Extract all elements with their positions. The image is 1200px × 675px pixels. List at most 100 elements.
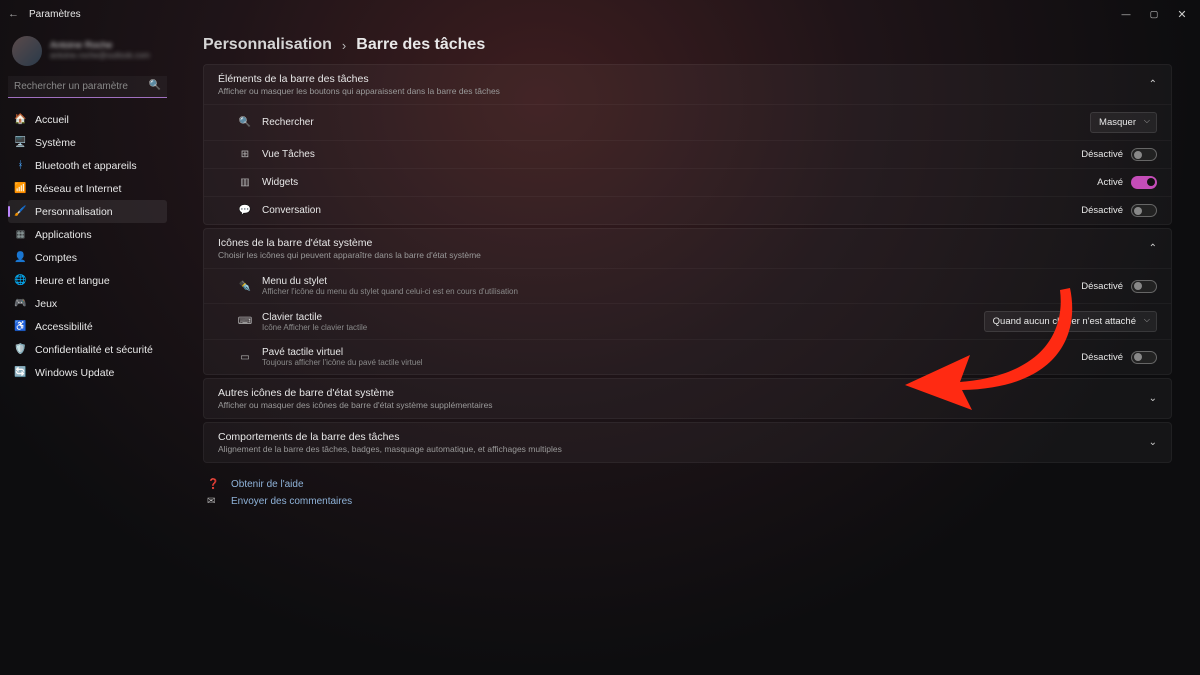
toggle-state-label: Désactivé [1081,205,1123,216]
row-sublabel: Afficher l'icône du menu du stylet quand… [262,287,518,296]
sidebar-item-accueil[interactable]: 🏠 Accueil [8,108,167,131]
row-sublabel: Icône Afficher le clavier tactile [262,323,367,332]
sidebar-item-label: Bluetooth et appareils [35,160,137,172]
section-title: Comportements de la barre des tâches [218,431,562,443]
row-label: Clavier tactile [262,312,367,323]
sidebar-item-comptes[interactable]: 👤 Comptes [8,246,167,269]
toggle-switch[interactable] [1131,176,1157,189]
row-icon: 💬 [238,205,252,216]
help-icon: ❓ [207,479,221,490]
feedback-icon: ✉ [207,496,221,507]
breadcrumb: Personnalisation › Barre des tâches [203,36,1172,54]
sidebar-item-bluetooth-et-appareils[interactable]: ᚼ Bluetooth et appareils [8,154,167,177]
breadcrumb-parent[interactable]: Personnalisation [203,36,332,54]
row-icon: ▭ [238,352,252,363]
nav-icon: ᚼ [14,159,27,172]
sidebar-item-label: Jeux [35,298,57,310]
section-title: Autres icônes de barre d'état système [218,387,493,399]
toggle-state-label: Désactivé [1081,352,1123,363]
section-subtitle: Afficher ou masquer les boutons qui appa… [218,86,500,96]
setting-row: ▥ Widgets Activé [204,168,1171,196]
row-icon: ⌨ [238,316,252,327]
search-input[interactable] [8,76,167,98]
user-block[interactable]: Antoine Roche antoine.roche@outlook.com [8,32,167,76]
dropdown[interactable]: Masquer [1090,112,1157,133]
row-label: Vue Tâches [262,149,315,160]
row-sublabel: Toujours afficher l'icône du pavé tactil… [262,358,423,367]
sidebar-item-jeux[interactable]: 🎮 Jeux [8,292,167,315]
chevron-up-icon: ⌃ [1149,243,1157,254]
section-header[interactable]: Éléments de la barre des tâches Afficher… [204,65,1171,104]
section-taskbar-behaviors[interactable]: Comportements de la barre des tâches Ali… [203,422,1172,463]
sidebar: Antoine Roche antoine.roche@outlook.com … [0,28,175,675]
row-label: Rechercher [262,117,314,128]
chevron-up-icon: ⌃ [1149,79,1157,90]
chevron-right-icon: › [342,38,346,53]
sidebar-item-label: Réseau et Internet [35,183,121,195]
row-icon: ✒️ [238,281,252,292]
chevron-down-icon: ⌄ [1149,437,1157,448]
section-title: Icônes de la barre d'état système [218,237,481,249]
user-email: antoine.roche@outlook.com [50,52,150,61]
window-title: Paramètres [29,9,81,20]
row-label: Widgets [262,177,298,188]
close-button[interactable]: ✕ [1168,4,1196,24]
section-subtitle: Alignement de la barre des tâches, badge… [218,444,562,454]
section-subtitle: Choisir les icônes qui peuvent apparaîtr… [218,250,481,260]
minimize-button[interactable]: — [1112,4,1140,24]
toggle-switch[interactable] [1131,148,1157,161]
row-icon: 🔍 [238,117,252,128]
sidebar-item-confidentialit-et-s-curit-[interactable]: 🛡️ Confidentialité et sécurité [8,338,167,361]
section-subtitle: Afficher ou masquer des icônes de barre … [218,400,493,410]
sidebar-item-personnalisation[interactable]: 🖌️ Personnalisation [8,200,167,223]
setting-row: ⊞ Vue Tâches Désactivé [204,140,1171,168]
toggle-state-label: Activé [1097,177,1123,188]
sidebar-item-heure-et-langue[interactable]: 🌐Heure et langue [8,269,167,292]
maximize-button[interactable]: ▢ [1140,4,1168,24]
sidebar-item-syst-me[interactable]: 🖥️Système [8,131,167,154]
section-taskbar-elements: Éléments de la barre des tâches Afficher… [203,64,1172,225]
sidebar-item-label: Applications [35,229,92,241]
avatar [12,36,42,66]
nav-icon: 👤 [14,251,27,264]
nav-icon: 📶 [14,182,27,195]
nav-icon: ♿ [14,320,27,333]
nav-icon: 🌐 [14,274,27,287]
chevron-down-icon: ⌄ [1149,393,1157,404]
setting-row: 💬 Conversation Désactivé [204,196,1171,224]
sidebar-item-r-seau-et-internet[interactable]: 📶 Réseau et Internet [8,177,167,200]
nav-icon: 🖌️ [14,205,27,218]
sidebar-item-label: Personnalisation [35,206,113,218]
sidebar-item-label: Accueil [35,114,69,126]
setting-row: 🔍 Rechercher Masquer [204,104,1171,140]
toggle-switch[interactable] [1131,280,1157,293]
row-icon: ⊞ [238,149,252,160]
toggle-switch[interactable] [1131,351,1157,364]
row-label: Menu du stylet [262,276,518,287]
toggle-switch[interactable] [1131,204,1157,217]
sidebar-item-label: Comptes [35,252,77,264]
window-controls: — ▢ ✕ [1112,4,1196,24]
sidebar-item-windows-update[interactable]: 🔄 Windows Update [8,361,167,384]
search-icon: 🔍 [149,80,161,91]
row-icon: ▥ [238,177,252,188]
sidebar-item-label: Accessibilité [35,321,93,333]
nav-list: 🏠 Accueil 🖥️Système ᚼ Bluetooth et appareils… [8,108,167,384]
nav-icon: 🖥️ [14,136,27,149]
sidebar-item-label: Windows Update [35,367,114,379]
sidebar-item-label: Confidentialité et sécurité [35,344,153,356]
sidebar-item-accessibilit-[interactable]: ♿ Accessibilité [8,315,167,338]
nav-icon: 🔄 [14,366,27,379]
section-header[interactable]: Icônes de la barre d'état système Choisi… [204,229,1171,268]
page-title: Barre des tâches [356,36,485,54]
nav-icon: 🎮 [14,297,27,310]
nav-icon: 🛡️ [14,343,27,356]
help-link[interactable]: ❓ Obtenir de l'aide [207,476,1168,493]
row-label: Conversation [262,205,321,216]
back-button[interactable]: ← [8,8,19,20]
nav-icon: 🏠 [14,113,27,126]
sidebar-item-applications[interactable]: ▦Applications [8,223,167,246]
annotation-arrow [900,280,1080,420]
feedback-link[interactable]: ✉ Envoyer des commentaires [207,493,1168,510]
toggle-state-label: Désactivé [1081,149,1123,160]
